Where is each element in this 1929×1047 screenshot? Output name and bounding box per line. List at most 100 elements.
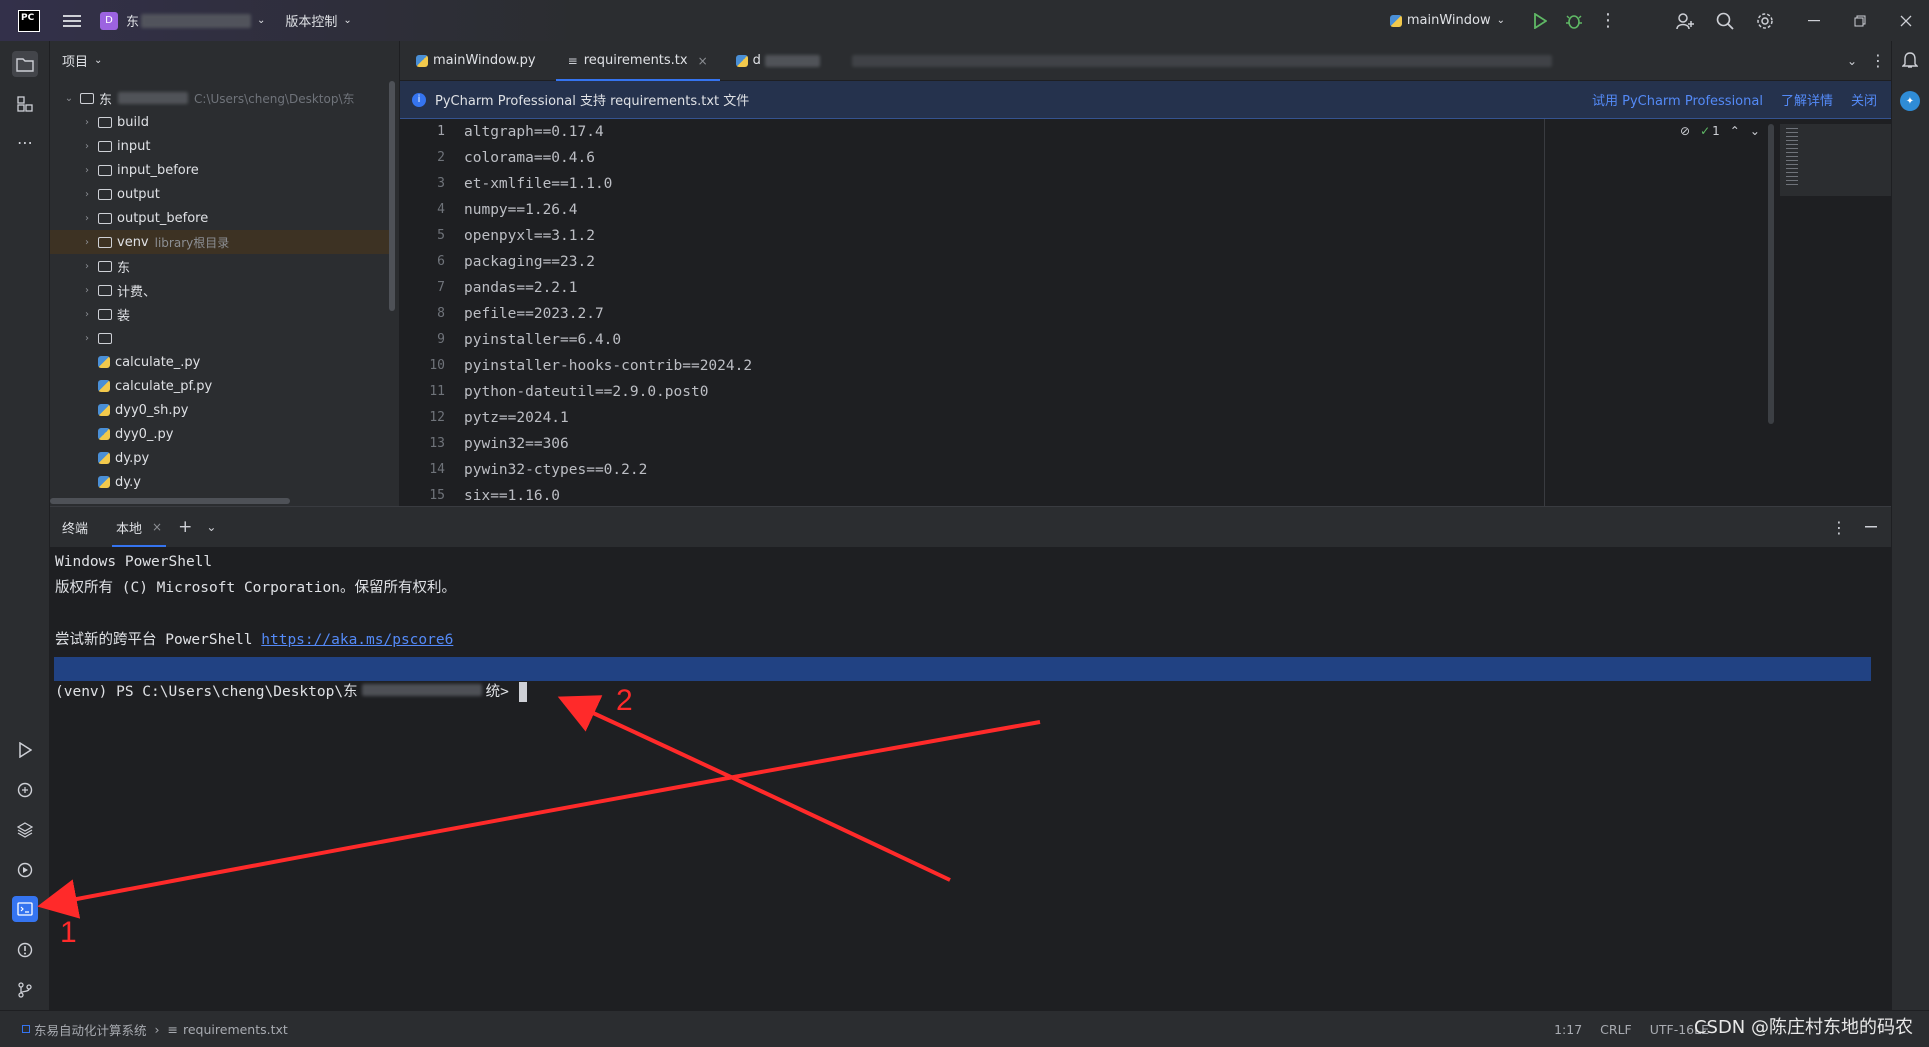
chevron-right-icon[interactable]: › bbox=[80, 309, 94, 320]
structure-icon[interactable] bbox=[12, 91, 38, 117]
code-line[interactable]: pywin32-ctypes==0.2.2 bbox=[464, 457, 647, 483]
run-icon[interactable] bbox=[1523, 6, 1557, 36]
code-line[interactable]: pandas==2.2.1 bbox=[464, 275, 578, 301]
code-line[interactable]: pyinstaller==6.4.0 bbox=[464, 327, 621, 353]
tree-folder[interactable]: › input bbox=[50, 134, 395, 158]
tree-folder[interactable]: › 装 bbox=[50, 302, 395, 326]
vcs-menu[interactable]: 版本控制 ⌄ bbox=[285, 11, 351, 30]
project-folder-icon[interactable] bbox=[12, 51, 38, 77]
terminal-icon[interactable] bbox=[12, 896, 38, 922]
chevron-right-icon[interactable]: › bbox=[80, 165, 94, 176]
code-line[interactable]: pefile==2023.2.7 bbox=[464, 301, 604, 327]
try-professional-link[interactable]: 试用 PyCharm Professional bbox=[1592, 90, 1763, 109]
pscore6-link[interactable]: https://aka.ms/pscore6 bbox=[261, 632, 453, 648]
line-separator[interactable]: CRLF bbox=[1600, 1022, 1632, 1037]
tree-folder[interactable]: › output_before bbox=[50, 206, 395, 230]
tab-mainwindow[interactable]: mainWindow.py bbox=[400, 41, 548, 81]
status-file[interactable]: requirements.txt bbox=[183, 1022, 288, 1037]
tab-local[interactable]: 本地 × bbox=[112, 507, 167, 547]
terminal-output[interactable]: Windows PowerShell 版权所有 (C) Microsoft Co… bbox=[50, 547, 1891, 1011]
inspection-widget[interactable]: ⊘ ✓ 1 ⌃ ⌄ bbox=[1680, 124, 1760, 138]
chevron-right-icon[interactable]: › bbox=[80, 189, 94, 200]
debug-icon[interactable] bbox=[1557, 6, 1591, 36]
code-line[interactable]: pywin32==306 bbox=[464, 431, 569, 457]
code-line[interactable]: et-xmlfile==1.1.0 bbox=[464, 171, 612, 197]
code-line[interactable]: pytz==2024.1 bbox=[464, 405, 569, 431]
chevron-right-icon[interactable]: › bbox=[80, 285, 94, 296]
tree-folder[interactable]: › build bbox=[50, 110, 395, 134]
settings-gear-icon[interactable] bbox=[1745, 6, 1785, 36]
close-banner-link[interactable]: 关闭 bbox=[1851, 90, 1877, 109]
tree-folder[interactable]: › 计费、 bbox=[50, 278, 395, 302]
tree-folder[interactable]: › 东 bbox=[50, 254, 395, 278]
chevron-up-icon[interactable]: ⌃ bbox=[1730, 124, 1740, 138]
tree-folder[interactable]: › venv library根目录 bbox=[50, 230, 395, 254]
code-content[interactable]: altgraph==0.17.4 colorama==0.4.6 et-xmlfil… bbox=[464, 119, 1464, 506]
tree-folder[interactable]: › input_before bbox=[50, 158, 395, 182]
more-actions-icon[interactable]: ⋮ bbox=[1591, 6, 1625, 36]
terminal-dropdown-chevron-icon[interactable]: ⌄ bbox=[206, 520, 216, 534]
project-hscrollbar[interactable] bbox=[50, 498, 290, 504]
search-icon[interactable] bbox=[1705, 6, 1745, 36]
code-line[interactable]: python-dateutil==2.9.0.post0 bbox=[464, 379, 708, 405]
project-switcher[interactable]: D 东 ⌄ bbox=[100, 11, 265, 30]
reader-mode-icon[interactable]: ⊘ bbox=[1680, 124, 1690, 138]
code-line[interactable]: openpyxl==3.1.2 bbox=[464, 223, 595, 249]
chevron-right-icon[interactable]: › bbox=[80, 333, 94, 344]
chevron-right-icon[interactable]: › bbox=[80, 261, 94, 272]
tree-folder[interactable]: › bbox=[50, 326, 395, 350]
tree-file[interactable]: dy.py bbox=[50, 446, 395, 470]
chevron-right-icon[interactable]: › bbox=[80, 213, 94, 224]
chevron-right-icon[interactable]: › bbox=[80, 117, 94, 128]
run-config-selector[interactable]: mainWindow ⌄ bbox=[1386, 13, 1505, 28]
more-tools-icon[interactable]: ⋯ bbox=[12, 129, 38, 155]
tab-label: mainWindow.py bbox=[433, 53, 536, 68]
run-tool-icon[interactable] bbox=[12, 737, 38, 763]
learn-more-link[interactable]: 了解详情 bbox=[1781, 90, 1833, 109]
code-line[interactable]: altgraph==0.17.4 bbox=[464, 119, 604, 145]
close-tab-icon[interactable]: × bbox=[698, 54, 708, 68]
code-line[interactable]: colorama==0.4.6 bbox=[464, 145, 595, 171]
tree-file[interactable]: calculate_pf.py bbox=[50, 374, 395, 398]
add-user-icon[interactable] bbox=[1665, 6, 1705, 36]
problems-icon[interactable] bbox=[12, 937, 38, 963]
minimize-icon[interactable] bbox=[1791, 0, 1837, 41]
tabs-list-chevron-icon[interactable]: ⌄ bbox=[1839, 54, 1865, 68]
chevron-down-icon[interactable]: ⌄ bbox=[1750, 124, 1760, 138]
tree-file[interactable]: dyy0_sh.py bbox=[50, 398, 395, 422]
tab-other[interactable]: d bbox=[720, 41, 832, 81]
tree-folder[interactable]: › output bbox=[50, 182, 395, 206]
python-console-icon[interactable] bbox=[12, 777, 38, 803]
tabs-more-icon[interactable]: ⋮ bbox=[1865, 51, 1891, 70]
close-tab-icon[interactable]: × bbox=[152, 520, 162, 534]
code-line[interactable]: numpy==1.26.4 bbox=[464, 197, 578, 223]
terminal-options-icon[interactable]: ⋮ bbox=[1831, 518, 1847, 537]
restore-icon[interactable] bbox=[1837, 0, 1883, 41]
git-icon[interactable] bbox=[12, 977, 38, 1003]
python-packages-icon[interactable] bbox=[12, 817, 38, 843]
tree-file[interactable]: calculate_.py bbox=[50, 350, 395, 374]
new-terminal-plus-icon[interactable]: + bbox=[178, 517, 192, 537]
services-icon[interactable] bbox=[12, 857, 38, 883]
main-menu-icon[interactable] bbox=[62, 11, 82, 31]
code-line[interactable]: pyinstaller-hooks-contrib==2024.2 bbox=[464, 353, 752, 379]
status-project[interactable]: 东易自动化计算系统 bbox=[34, 1020, 147, 1039]
tree-file[interactable]: dyy0_.py bbox=[50, 422, 395, 446]
chevron-right-icon[interactable]: › bbox=[80, 237, 94, 248]
project-panel-header[interactable]: 项目 ⌄ bbox=[50, 41, 399, 79]
tab-requirements[interactable]: ≡ requirements.tx × bbox=[555, 41, 720, 81]
tree-file[interactable]: dy.y bbox=[50, 470, 395, 494]
chevron-right-icon[interactable]: › bbox=[80, 141, 94, 152]
tree-item-label: 计费、 bbox=[117, 284, 157, 300]
ai-assistant-icon[interactable]: ✦ bbox=[1900, 91, 1920, 111]
close-window-icon[interactable] bbox=[1883, 0, 1929, 41]
code-line[interactable]: packaging==23.2 bbox=[464, 249, 595, 275]
caret-position[interactable]: 1:17 bbox=[1554, 1022, 1582, 1037]
terminal-prompt[interactable]: (venv) PS C:\Users\cheng\Desktop\东 统> bbox=[55, 679, 527, 705]
notifications-bell-icon[interactable] bbox=[1902, 51, 1918, 69]
minimap[interactable] bbox=[1780, 124, 1891, 196]
project-scrollbar[interactable] bbox=[389, 81, 395, 311]
editor-scrollbar[interactable] bbox=[1768, 124, 1774, 424]
hide-panel-icon[interactable] bbox=[1865, 526, 1877, 528]
tree-root[interactable]: ⌄ 东 C:\Users\cheng\Desktop\东 bbox=[50, 86, 395, 110]
